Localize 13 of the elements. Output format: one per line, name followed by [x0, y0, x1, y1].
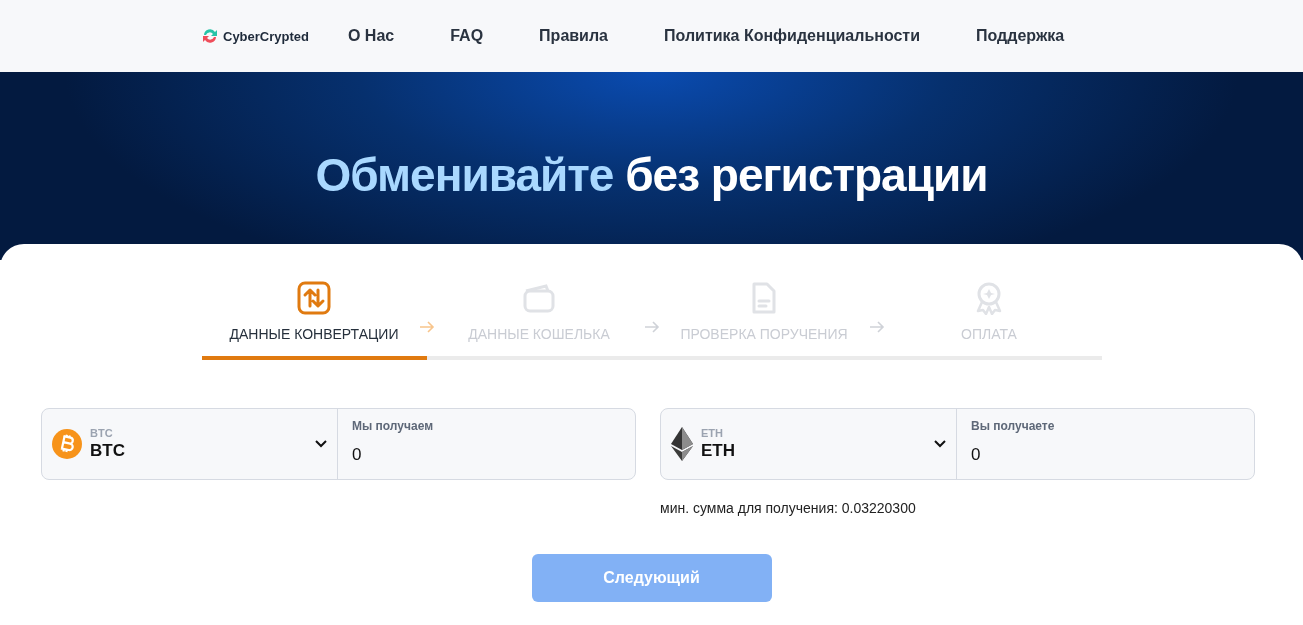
hero-title: Обменивайте без регистрации: [314, 148, 989, 202]
amount-field[interactable]: Вы получаете 0: [957, 409, 1254, 479]
min-amount-note: мин. сумма для получения: 0.03220300: [660, 500, 917, 516]
currency-select[interactable]: ETH ETH: [661, 409, 957, 479]
step-tab[interactable]: ДАННЫЕ КОНВЕРТАЦИИ: [201, 280, 427, 360]
nav-link[interactable]: Политика Конфиденциальности: [664, 27, 921, 45]
amount-field[interactable]: Мы получаем 0: [338, 409, 635, 479]
logo-text: CyberCrypted: [223, 28, 309, 44]
nav-link[interactable]: Поддержка: [976, 27, 1065, 45]
nav-link[interactable]: О Нас: [347, 27, 395, 45]
nav-link[interactable]: FAQ: [450, 27, 484, 45]
nav-link[interactable]: Правила: [539, 27, 608, 45]
currency-select[interactable]: BTC BTC: [42, 409, 338, 479]
